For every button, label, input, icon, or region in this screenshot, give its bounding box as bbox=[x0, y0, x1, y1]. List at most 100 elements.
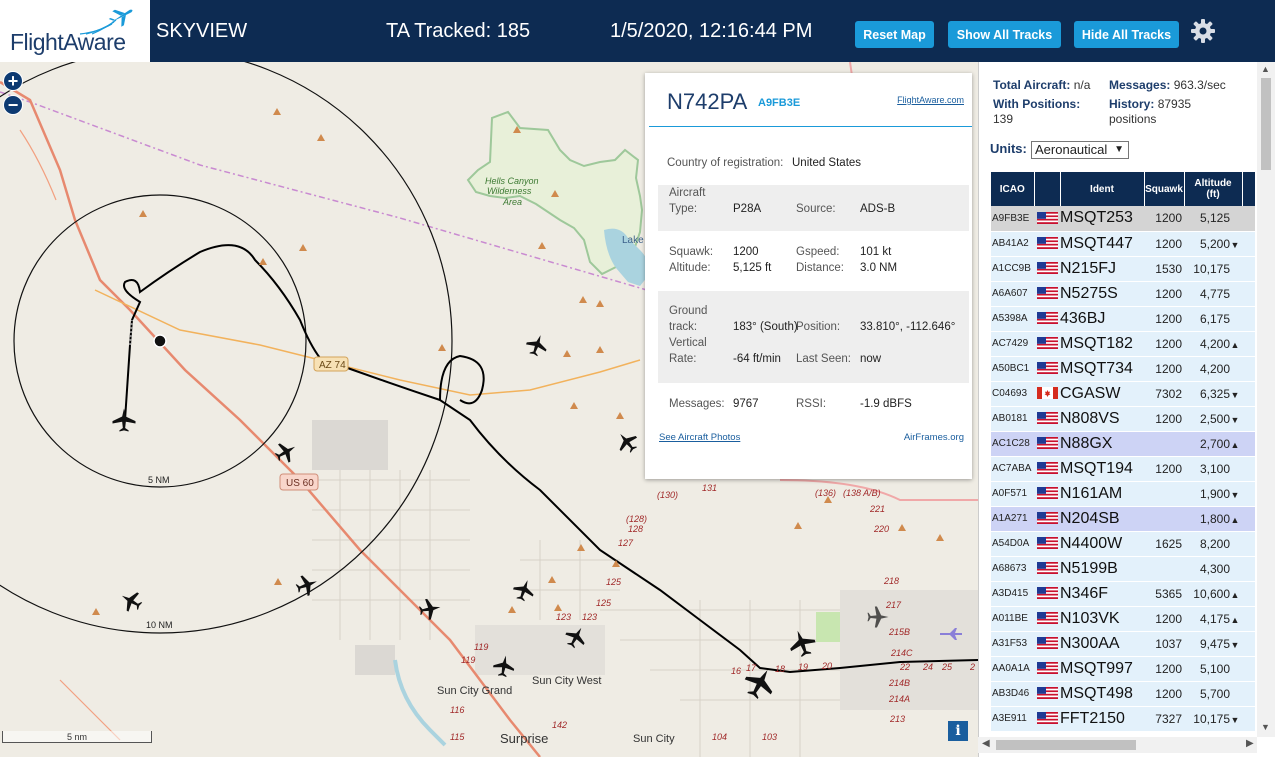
popup-type-row: Aircraft Type: P28A Source: ADS-B bbox=[658, 185, 969, 231]
table-row[interactable]: AB41A2 MSQT447 1200 5,200▼ bbox=[991, 231, 1255, 257]
cell-icao: A50BC1 bbox=[991, 356, 1034, 382]
urban-block bbox=[355, 645, 395, 675]
aircraft-table-body: A9FB3E MSQT253 1200 5,125 AB41A2 MSQT447 1200 5… bbox=[991, 206, 1255, 732]
receiver-site-marker[interactable] bbox=[153, 334, 167, 348]
table-row[interactable]: AA0A1A MSQT997 1200 5,100 bbox=[991, 656, 1255, 682]
cell-icao: A54D0A bbox=[991, 531, 1034, 557]
table-row[interactable]: A3D415 N346F 5365 10,600▲ bbox=[991, 581, 1255, 607]
total-aircraft-value: n/a bbox=[1073, 78, 1091, 92]
exit-16: 16 bbox=[731, 666, 741, 676]
altitude-value: 1,900 bbox=[1199, 486, 1230, 501]
horizontal-scrollbar[interactable]: ◀ ▶ bbox=[978, 737, 1257, 753]
gear-icon[interactable] bbox=[1190, 18, 1216, 44]
table-row[interactable]: A31F53 N300AA 1037 9,475▼ bbox=[991, 631, 1255, 657]
with-positions-value: 139 bbox=[993, 112, 1014, 126]
exit-19: 19 bbox=[798, 662, 808, 672]
vertical-scrollbar[interactable]: ▲ ▼ bbox=[1257, 62, 1275, 737]
cell-extra bbox=[1242, 481, 1255, 507]
exit-214c: 214C bbox=[890, 648, 913, 658]
table-row[interactable]: C04693 CGASW 7302 6,325▼ bbox=[991, 381, 1255, 407]
altitude-value: 2,700 bbox=[1199, 436, 1230, 451]
cell-squawk: 1200 bbox=[1144, 681, 1184, 707]
cell-squawk: 1200 bbox=[1144, 231, 1184, 257]
table-row[interactable]: AC1C28 N88GX 2,700▲ bbox=[991, 431, 1255, 457]
us-flag-icon bbox=[1036, 262, 1058, 275]
table-row[interactable]: A1CC9B N215FJ 1530 10,175 bbox=[991, 256, 1255, 282]
hide-all-tracks-button[interactable]: Hide All Tracks bbox=[1074, 21, 1179, 48]
altitude-trend-icon: ▼ bbox=[1230, 714, 1240, 725]
scroll-up-icon[interactable]: ▲ bbox=[1261, 64, 1270, 74]
scroll-left-icon[interactable]: ◀ bbox=[982, 738, 990, 749]
aircraft-detail-popup: N742PA A9FB3E FlightAware.com Country of… bbox=[645, 73, 972, 479]
flightaware-link[interactable]: FlightAware.com bbox=[897, 95, 964, 105]
cell-altitude: 2,500▼ bbox=[1184, 406, 1242, 432]
horizontal-scroll-thumb[interactable] bbox=[996, 740, 1136, 750]
cell-extra bbox=[1242, 406, 1255, 432]
cell-squawk: 1625 bbox=[1144, 531, 1184, 557]
cell-altitude: 4,775 bbox=[1184, 281, 1242, 307]
cell-extra bbox=[1242, 206, 1255, 232]
cell-flag bbox=[1034, 306, 1060, 332]
exit-20: 20 bbox=[821, 661, 832, 671]
table-row[interactable]: AC7429 MSQT182 1200 4,200▲ bbox=[991, 331, 1255, 357]
ring-label-5nm: 5 NM bbox=[148, 475, 170, 485]
altitude-value: 4,775 bbox=[1199, 286, 1230, 301]
table-row[interactable]: A68673 N5199B 4,300 bbox=[991, 556, 1255, 582]
table-row[interactable]: A3E911 FFT2150 7327 10,175▼ bbox=[991, 706, 1255, 732]
ground-track-label-1: Ground bbox=[669, 305, 708, 317]
cell-ident: MSQT194 bbox=[1060, 456, 1144, 482]
table-row[interactable]: A1A271 N204SB 1,800▲ bbox=[991, 506, 1255, 532]
col-flag[interactable] bbox=[1034, 172, 1061, 206]
scroll-down-icon[interactable]: ▼ bbox=[1261, 722, 1270, 732]
table-row[interactable]: AC7ABA MSQT194 1200 3,100 bbox=[991, 456, 1255, 482]
history-label: History: bbox=[1109, 97, 1155, 111]
scroll-right-icon[interactable]: ▶ bbox=[1246, 738, 1254, 749]
cell-flag bbox=[1034, 481, 1060, 507]
zoom-out-button[interactable]: − bbox=[3, 95, 23, 115]
us-flag-icon bbox=[1036, 512, 1058, 525]
airframes-link[interactable]: AirFrames.org bbox=[904, 432, 964, 443]
info-icon[interactable]: i bbox=[948, 721, 968, 741]
altitude-value: 6,325 bbox=[1199, 386, 1230, 401]
col-ident[interactable]: Ident bbox=[1060, 172, 1145, 206]
cell-squawk: 1200 bbox=[1144, 606, 1184, 632]
aircraft-photos-link[interactable]: See Aircraft Photos bbox=[659, 432, 740, 443]
total-aircraft-label: Total Aircraft: bbox=[993, 78, 1071, 92]
exit-119: 119 bbox=[474, 642, 488, 652]
table-row[interactable]: A6A607 N5275S 1200 4,775 bbox=[991, 281, 1255, 307]
us-flag-icon bbox=[1036, 587, 1058, 600]
table-row[interactable]: A011BE N103VK 1200 4,175▲ bbox=[991, 606, 1255, 632]
altitude-value: 4,200 bbox=[1199, 336, 1230, 351]
show-all-tracks-button[interactable]: Show All Tracks bbox=[948, 21, 1061, 48]
altitude-value: 5,100 bbox=[1199, 661, 1230, 676]
units-select[interactable]: Aeronautical ▼ bbox=[1031, 141, 1129, 159]
aircraft-table-wrapper[interactable]: ICAO Ident Squawk Altitude (ft) A9FB3E MSQ… bbox=[991, 172, 1255, 735]
table-row[interactable]: A9FB3E MSQT253 1200 5,125 bbox=[991, 206, 1255, 232]
label-sun-city-west: Sun City West bbox=[532, 675, 602, 687]
table-row[interactable]: A5398A 436BJ 1200 6,175 bbox=[991, 306, 1255, 332]
cell-icao: AC1C28 bbox=[991, 431, 1034, 457]
table-row[interactable]: A54D0A N4400W 1625 8,200 bbox=[991, 531, 1255, 557]
reset-map-button[interactable]: Reset Map bbox=[855, 21, 934, 48]
cell-flag bbox=[1034, 631, 1060, 657]
col-squawk[interactable]: Squawk bbox=[1144, 172, 1185, 206]
col-altitude[interactable]: Altitude (ft) bbox=[1184, 172, 1243, 206]
table-row[interactable]: AB3D46 MSQT498 1200 5,700 bbox=[991, 681, 1255, 707]
col-icao[interactable]: ICAO bbox=[991, 172, 1035, 206]
cell-icao: AB41A2 bbox=[991, 231, 1034, 257]
cell-extra bbox=[1242, 381, 1255, 407]
popup-track-row: Ground track: 183° (South) Position: 33.… bbox=[658, 291, 969, 383]
cell-squawk: 1530 bbox=[1144, 256, 1184, 282]
exit-136: (136) bbox=[815, 488, 836, 498]
flightaware-logo[interactable]: FlightAware bbox=[0, 0, 152, 62]
cell-squawk bbox=[1144, 431, 1184, 457]
vertical-scroll-thumb[interactable] bbox=[1261, 78, 1271, 170]
cell-flag bbox=[1034, 581, 1060, 607]
table-row[interactable]: A50BC1 MSQT734 1200 4,200 bbox=[991, 356, 1255, 382]
zoom-in-button[interactable]: + bbox=[3, 71, 23, 91]
position-value: 33.810°, -112.646° bbox=[860, 321, 956, 333]
exit-116: 116 bbox=[450, 705, 464, 715]
table-row[interactable]: A0F571 N161AM 1,900▼ bbox=[991, 481, 1255, 507]
us-flag-icon bbox=[1036, 437, 1058, 450]
table-row[interactable]: AB0181 N808VS 1200 2,500▼ bbox=[991, 406, 1255, 432]
